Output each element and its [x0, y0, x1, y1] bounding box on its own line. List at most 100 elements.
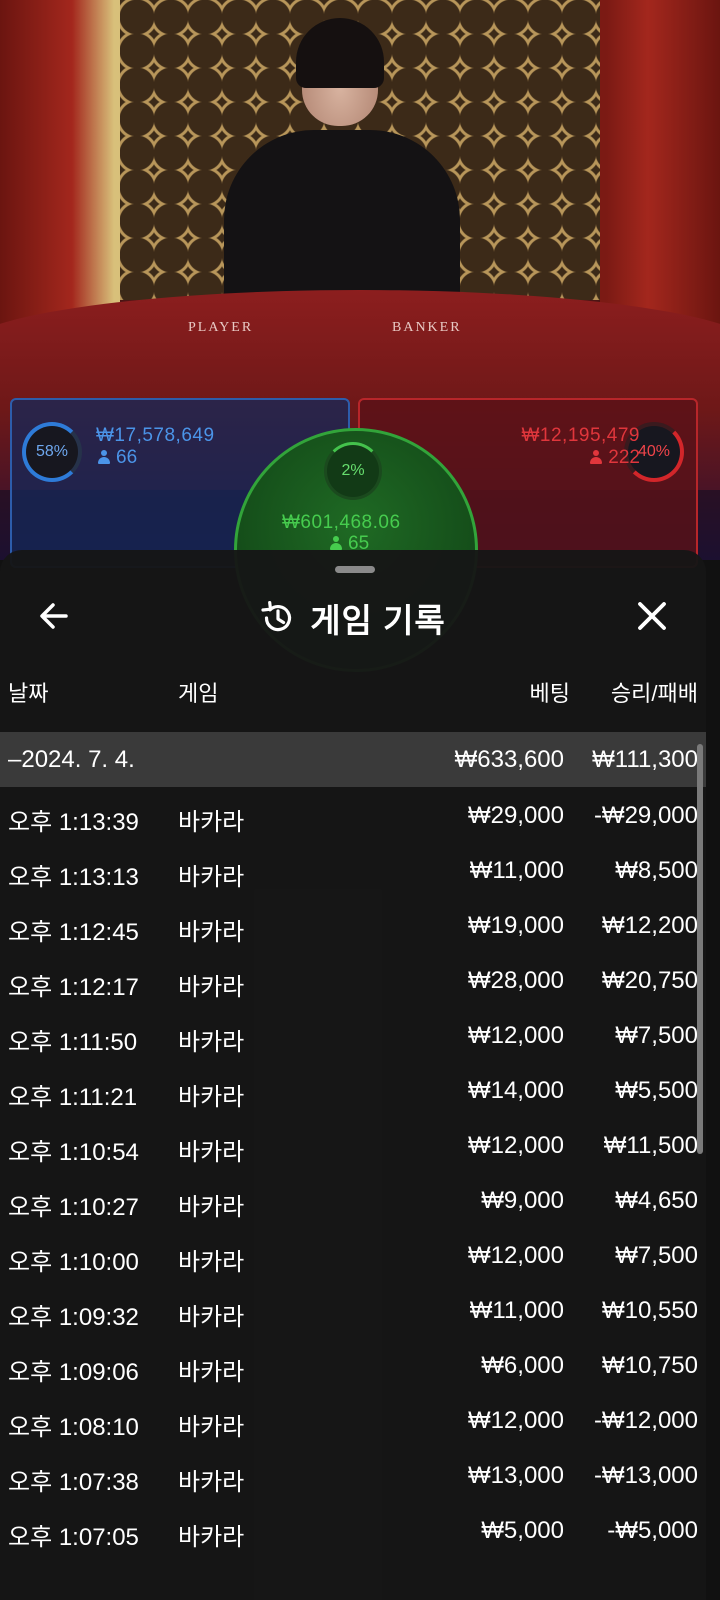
row-time: 오후 1:13:39	[8, 809, 139, 836]
row-time: 오후 1:11:21	[8, 1084, 138, 1111]
row-game: 바카라	[178, 1304, 245, 1331]
row-game: 바카라	[178, 1414, 245, 1441]
row-bet: ₩9,000	[481, 1187, 564, 1214]
tie-total-amount: ₩601,468.06	[282, 512, 401, 533]
date-group-result-total: ₩111,300	[592, 746, 698, 773]
curtain-left	[0, 0, 120, 330]
row-time: 오후 1:11:50	[8, 1029, 138, 1056]
row-game: 바카라	[178, 1359, 245, 1386]
row-game: 바카라	[178, 1029, 245, 1056]
row-game: 바카라	[178, 809, 245, 836]
banker-percent: 40%	[637, 443, 671, 460]
row-result: ₩7,500	[615, 1242, 698, 1269]
row-result: -₩5,000	[607, 1517, 698, 1544]
row-time: 오후 1:13:13	[8, 864, 139, 891]
player-count-value: 66	[116, 447, 138, 468]
person-icon	[330, 536, 342, 550]
row-time: 오후 1:10:54	[8, 1139, 139, 1166]
date-group-label: –2024. 7. 4.	[8, 746, 135, 773]
date-group-row[interactable]: –2024. 7. 4. ₩633,600 ₩111,300	[0, 732, 706, 787]
curtain-right	[600, 0, 720, 330]
row-time: 오후 1:12:17	[8, 974, 139, 1001]
date-group-bet-total: ₩633,600	[454, 746, 564, 773]
column-header-game: 게임	[178, 681, 219, 706]
history-row[interactable]: 오후 1:12:17 바카라 ₩28,000 ₩20,750	[0, 953, 706, 1008]
column-header-bet: 베팅	[529, 681, 570, 706]
player-total-amount: ₩17,578,649	[96, 425, 215, 446]
row-time: 오후 1:10:27	[8, 1194, 139, 1221]
history-row[interactable]: 오후 1:10:00 바카라 ₩12,000 ₩7,500	[0, 1228, 706, 1283]
row-bet: ₩12,000	[467, 1242, 564, 1269]
row-game: 바카라	[178, 1139, 245, 1166]
history-row[interactable]: 오후 1:07:05 바카라 ₩5,000 -₩5,000	[0, 1503, 706, 1558]
row-bet: ₩19,000	[467, 912, 564, 939]
row-bet: ₩11,000	[469, 857, 564, 884]
row-bet: ₩12,000	[467, 1022, 564, 1049]
row-result: ₩10,550	[601, 1297, 698, 1324]
history-row[interactable]: 오후 1:07:38 바카라 ₩13,000 -₩13,000	[0, 1448, 706, 1503]
row-bet: ₩12,000	[467, 1407, 564, 1434]
row-time: 오후 1:07:38	[8, 1469, 139, 1496]
history-icon	[261, 601, 292, 632]
row-game: 바카라	[178, 919, 245, 946]
history-row[interactable]: 오후 1:09:32 바카라 ₩11,000 ₩10,550	[0, 1283, 706, 1338]
history-row[interactable]: 오후 1:11:21 바카라 ₩14,000 ₩5,500	[0, 1063, 706, 1118]
close-icon	[638, 602, 666, 630]
player-bettor-count: 66	[98, 447, 137, 469]
tie-percent: 2%	[341, 462, 365, 479]
row-time: 오후 1:09:06	[8, 1359, 139, 1386]
row-result: ₩20,750	[601, 967, 698, 994]
table-label-player: PLAYER	[188, 320, 254, 335]
row-game: 바카라	[178, 1469, 245, 1496]
row-bet: ₩29,000	[467, 802, 564, 829]
sheet-title: 게임 기록	[310, 602, 446, 639]
row-result: -₩13,000	[593, 1462, 698, 1489]
sheet-title-wrap: 게임 기록	[0, 594, 706, 642]
row-result: -₩29,000	[593, 802, 698, 829]
history-row[interactable]: 오후 1:08:10 바카라 ₩12,000 -₩12,000	[0, 1393, 706, 1448]
banker-bettor-count: 222	[590, 447, 640, 469]
sheet-header: 게임 기록	[0, 586, 706, 658]
row-result: ₩7,500	[615, 1022, 698, 1049]
row-game: 바카라	[178, 1249, 245, 1276]
row-bet: ₩6,000	[481, 1352, 564, 1379]
history-row[interactable]: 오후 1:10:27 바카라 ₩9,000 ₩4,650	[0, 1173, 706, 1228]
history-row[interactable]: 오후 1:13:39 바카라 ₩29,000 -₩29,000	[0, 788, 706, 843]
row-game: 바카라	[178, 1524, 245, 1551]
row-game: 바카라	[178, 1194, 245, 1221]
history-row[interactable]: 오후 1:13:13 바카라 ₩11,000 ₩8,500	[0, 843, 706, 898]
row-result: ₩11,500	[603, 1132, 698, 1159]
row-result: ₩10,750	[601, 1352, 698, 1379]
row-result: -₩12,000	[593, 1407, 698, 1434]
history-row[interactable]: 오후 1:11:50 바카라 ₩12,000 ₩7,500	[0, 1008, 706, 1063]
banker-count-value: 222	[608, 447, 640, 468]
row-time: 오후 1:12:45	[8, 919, 139, 946]
history-scrollbar[interactable]	[697, 744, 703, 1154]
row-bet: ₩13,000	[467, 1462, 564, 1489]
close-button[interactable]	[632, 596, 672, 636]
row-result: ₩4,650	[615, 1187, 698, 1214]
row-result: ₩12,200	[601, 912, 698, 939]
row-result: ₩5,500	[615, 1077, 698, 1104]
row-game: 바카라	[178, 974, 245, 1001]
history-row[interactable]: 오후 1:09:06 바카라 ₩6,000 ₩10,750	[0, 1338, 706, 1393]
row-bet: ₩5,000	[481, 1517, 564, 1544]
row-bet: ₩14,000	[467, 1077, 564, 1104]
history-row[interactable]: 오후 1:10:54 바카라 ₩12,000 ₩11,500	[0, 1118, 706, 1173]
row-game: 바카라	[178, 1084, 245, 1111]
sheet-drag-handle[interactable]	[335, 566, 375, 573]
person-icon	[590, 450, 603, 464]
row-bet: ₩12,000	[467, 1132, 564, 1159]
history-row[interactable]: 오후 1:12:45 바카라 ₩19,000 ₩12,200	[0, 898, 706, 953]
row-bet: ₩11,000	[469, 1297, 564, 1324]
row-time: 오후 1:10:00	[8, 1249, 139, 1276]
table-label-banker: BANKER	[392, 320, 462, 335]
row-time: 오후 1:09:32	[8, 1304, 139, 1331]
player-percent: 58%	[35, 443, 69, 460]
row-bet: ₩28,000	[467, 967, 564, 994]
column-header-result: 승리/패배	[610, 681, 698, 706]
row-result: ₩8,500	[615, 857, 698, 884]
row-game: 바카라	[178, 864, 245, 891]
row-time: 오후 1:08:10	[8, 1414, 139, 1441]
tie-percent-ring: 2%	[324, 442, 382, 500]
